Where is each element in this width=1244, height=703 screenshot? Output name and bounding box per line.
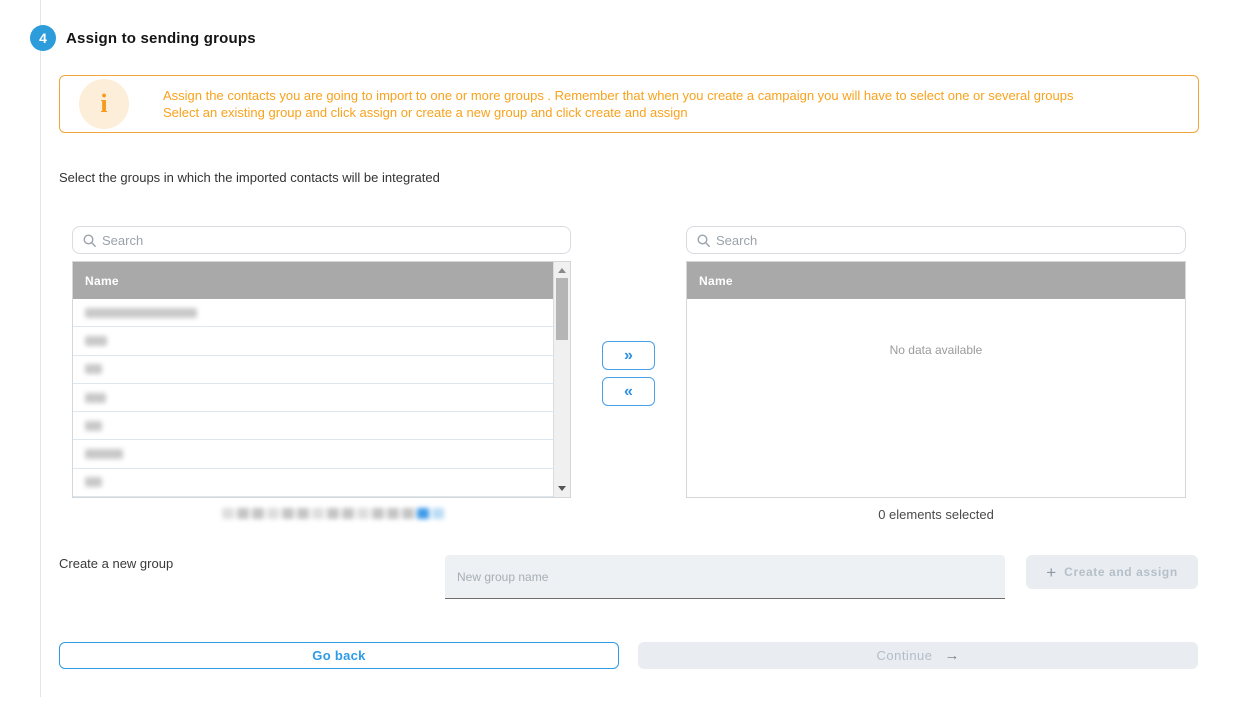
- info-banner: i Assign the contacts you are going to i…: [59, 75, 1199, 133]
- empty-state-text: No data available: [687, 299, 1185, 357]
- info-banner-text: Assign the contacts you are going to imp…: [163, 87, 1074, 121]
- column-header-name: Name: [73, 262, 555, 299]
- available-groups-search[interactable]: [72, 226, 571, 254]
- arrow-right-icon: →: [945, 648, 960, 663]
- create-and-assign-button[interactable]: + Create and assign: [1026, 555, 1198, 589]
- redacted-text: [85, 393, 106, 403]
- column-header-label: Name: [699, 274, 733, 288]
- new-group-name-input[interactable]: [445, 555, 1005, 599]
- pagination-current-page[interactable]: [432, 508, 444, 519]
- pagination-item[interactable]: [297, 508, 309, 519]
- available-groups-table: Name: [72, 261, 571, 498]
- step-number: 4: [39, 30, 47, 46]
- search-input[interactable]: [716, 233, 1155, 248]
- available-groups-table-body: [73, 299, 555, 497]
- pagination-redacted[interactable]: [222, 508, 444, 519]
- assigned-groups-table-body: No data available: [687, 299, 1185, 497]
- group-row-redacted[interactable]: [73, 356, 555, 384]
- page-title: Assign to sending groups: [66, 30, 256, 47]
- pagination-item[interactable]: [252, 508, 264, 519]
- pagination-item[interactable]: [387, 508, 399, 519]
- continue-button[interactable]: Continue →: [638, 642, 1198, 669]
- search-icon: [697, 234, 710, 247]
- pagination-item[interactable]: [327, 508, 339, 519]
- redacted-text: [85, 336, 107, 346]
- info-banner-line2: Select an existing group and click assig…: [163, 104, 1074, 121]
- redacted-text: [85, 421, 102, 431]
- assigned-groups-table: Name No data available: [686, 261, 1186, 498]
- create-and-assign-label: Create and assign: [1064, 565, 1178, 579]
- scroll-thumb[interactable]: [556, 278, 568, 340]
- pagination-item[interactable]: [402, 508, 414, 519]
- search-input[interactable]: [102, 233, 540, 248]
- pagination-item[interactable]: [357, 508, 369, 519]
- pagination-current-page[interactable]: [417, 508, 429, 519]
- chevron-right-double-icon: »: [624, 348, 633, 364]
- column-header-label: Name: [85, 274, 119, 288]
- import-wizard-step4-page: 4 Assign to sending groups i Assign the …: [0, 0, 1244, 703]
- go-back-button[interactable]: Go back: [59, 642, 619, 669]
- group-row-redacted[interactable]: [73, 412, 555, 440]
- info-icon-glyph: i: [100, 91, 107, 117]
- group-row-redacted[interactable]: [73, 440, 555, 468]
- pagination-item[interactable]: [222, 508, 234, 519]
- pagination-item[interactable]: [237, 508, 249, 519]
- group-row-redacted[interactable]: [73, 299, 555, 327]
- selected-count-text: 0 elements selected: [686, 507, 1186, 522]
- pagination-item[interactable]: [342, 508, 354, 519]
- scroll-down-icon[interactable]: [558, 486, 566, 491]
- redacted-text: [85, 364, 102, 374]
- pagination-item[interactable]: [372, 508, 384, 519]
- redacted-text: [85, 308, 197, 318]
- redacted-text: [85, 449, 123, 459]
- table-scrollbar[interactable]: [553, 262, 570, 497]
- stepper-line: [40, 0, 41, 697]
- scroll-up-icon[interactable]: [558, 268, 566, 273]
- column-header-name: Name: [687, 262, 1185, 299]
- plus-icon: +: [1046, 564, 1056, 581]
- group-row-redacted[interactable]: [73, 384, 555, 412]
- pagination-item[interactable]: [267, 508, 279, 519]
- info-icon: i: [79, 79, 129, 129]
- redacted-text: [85, 477, 102, 487]
- step-number-badge: 4: [30, 25, 56, 51]
- chevron-left-double-icon: «: [624, 384, 633, 400]
- group-row-redacted[interactable]: [73, 327, 555, 355]
- info-banner-line1: Assign the contacts you are going to imp…: [163, 87, 1074, 104]
- pagination-item[interactable]: [312, 508, 324, 519]
- pagination-item[interactable]: [282, 508, 294, 519]
- continue-label: Continue: [876, 648, 932, 663]
- assign-selected-button[interactable]: »: [602, 341, 655, 370]
- search-icon: [83, 234, 96, 247]
- instruction-text: Select the groups in which the imported …: [59, 170, 440, 185]
- group-row-redacted[interactable]: [73, 469, 555, 497]
- assigned-groups-search[interactable]: [686, 226, 1186, 254]
- create-group-label: Create a new group: [59, 556, 173, 571]
- remove-selected-button[interactable]: «: [602, 377, 655, 406]
